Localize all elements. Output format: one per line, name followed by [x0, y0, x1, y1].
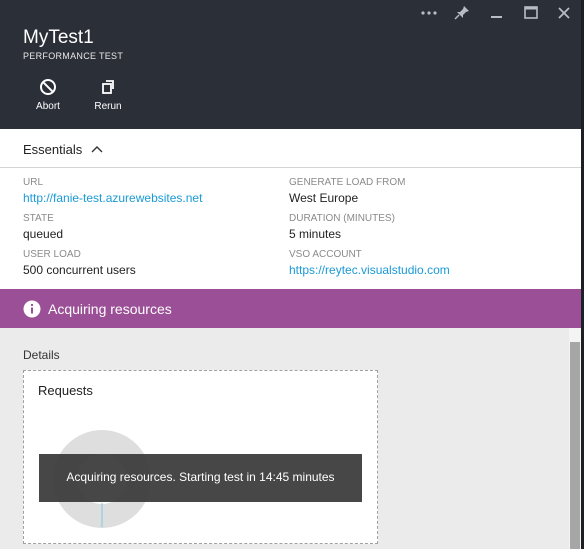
status-toast: Acquiring resources. Starting test in 14… [39, 454, 362, 502]
rerun-icon [99, 78, 117, 96]
requests-tile[interactable]: Requests Acquiring resources. Starting t… [23, 370, 378, 544]
blade-subtitle: PERFORMANCE TEST [23, 51, 124, 61]
close-icon[interactable] [553, 4, 575, 22]
maximize-icon[interactable] [520, 4, 542, 22]
duration-field: DURATION (MINUTES) 5 minutes [289, 213, 395, 241]
vertical-scrollbar[interactable] [569, 328, 581, 549]
generate-load-field: GENERATE LOAD FROM West Europe [289, 177, 406, 205]
vso-account-link[interactable]: https://reytec.visualstudio.com [289, 263, 450, 277]
user-load-value: 500 concurrent users [23, 263, 136, 277]
vso-account-label: VSO ACCOUNT [289, 249, 362, 260]
details-section: Details Requests Acquiring resources. St… [0, 328, 569, 549]
essentials-header[interactable]: Essentials [0, 129, 581, 168]
blade-header: MyTest1 PERFORMANCE TEST Abort Rerun [0, 0, 581, 129]
abort-button[interactable]: Abort [26, 78, 70, 112]
state-label: STATE [23, 213, 54, 224]
generate-load-label: GENERATE LOAD FROM [289, 177, 406, 188]
chevron-up-icon[interactable] [90, 142, 104, 160]
minimize-icon[interactable] [486, 4, 508, 22]
url-field: URL http://fanie-test.azurewebsites.net [23, 177, 202, 205]
status-toast-text: Acquiring resources. Starting test in 14… [66, 470, 335, 484]
details-label: Details [23, 348, 60, 362]
user-load-label: USER LOAD [23, 249, 81, 260]
notification-bar[interactable]: Acquiring resources [0, 289, 581, 328]
state-field: STATE queued [23, 213, 63, 241]
duration-value: 5 minutes [289, 227, 342, 241]
state-value: queued [23, 227, 64, 241]
url-label: URL [23, 177, 44, 188]
blade-title: MyTest1 [23, 27, 94, 48]
rerun-button[interactable]: Rerun [86, 78, 130, 112]
pin-icon[interactable] [451, 4, 473, 22]
scrollbar-thumb[interactable] [570, 342, 580, 549]
rerun-label: Rerun [94, 101, 122, 112]
info-icon [23, 300, 41, 318]
more-icon[interactable] [418, 4, 440, 22]
user-load-field: USER LOAD 500 concurrent users [23, 249, 136, 277]
vso-account-field: VSO ACCOUNT https://reytec.visualstudio.… [289, 249, 450, 277]
abort-label: Abort [36, 101, 60, 112]
abort-icon [39, 78, 57, 96]
notification-text: Acquiring resources [48, 301, 172, 317]
generate-load-value: West Europe [289, 191, 359, 205]
url-link[interactable]: http://fanie-test.azurewebsites.net [23, 191, 202, 205]
essentials-title: Essentials [23, 142, 83, 157]
requests-tile-title: Requests [38, 383, 93, 398]
duration-label: DURATION (MINUTES) [289, 213, 395, 224]
